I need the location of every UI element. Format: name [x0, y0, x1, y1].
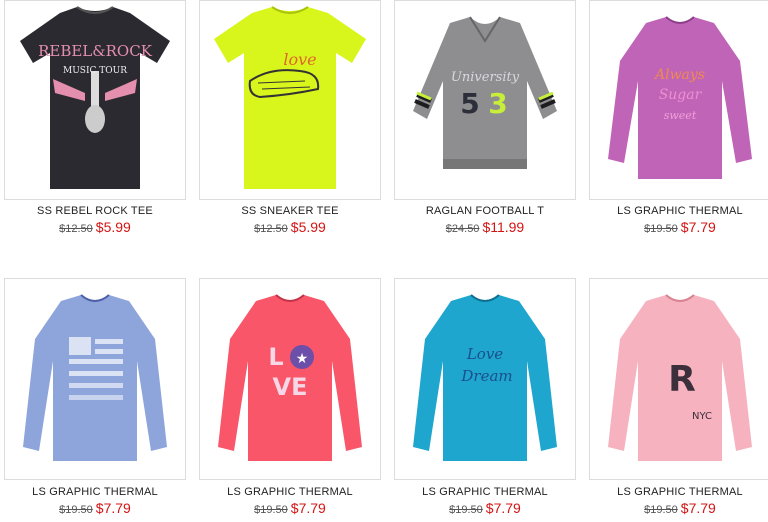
svg-text:REBEL&ROCK: REBEL&ROCK — [38, 42, 153, 60]
sale-price: $7.79 — [680, 219, 716, 235]
product-price: $12.50 $5.99 — [4, 219, 186, 235]
product-price: $19.50 $7.79 — [394, 500, 576, 516]
thermal-shirt-image: L ★ VE — [218, 294, 362, 461]
svg-text:Always: Always — [653, 67, 705, 83]
tshirt-image: love — [214, 6, 366, 189]
svg-text:Love: Love — [466, 345, 503, 363]
product-price: $19.50 $7.79 — [4, 500, 186, 516]
svg-text:VE: VE — [273, 373, 308, 401]
original-price: $19.50 — [254, 504, 288, 516]
thermal-shirt-image: Love Dream — [413, 294, 557, 461]
original-price: $12.50 — [254, 223, 288, 235]
tshirt-image: REBEL&ROCK MUSIC TOUR — [20, 6, 170, 189]
product-image[interactable]: Always Sugar sweet — [589, 0, 768, 200]
original-price: $12.50 — [59, 223, 93, 235]
sale-price: $7.79 — [680, 500, 716, 516]
product-name[interactable]: LS GRAPHIC THERMAL — [394, 486, 576, 498]
sale-price: $7.79 — [95, 500, 131, 516]
product-image[interactable]: L ★ VE — [199, 278, 381, 480]
svg-text:NYC: NYC — [692, 411, 712, 422]
original-price: $19.50 — [644, 223, 678, 235]
product-price: $12.50 $5.99 — [199, 219, 381, 235]
product-name[interactable]: SS SNEAKER TEE — [199, 205, 381, 217]
svg-text:Dream: Dream — [460, 367, 512, 385]
product-name[interactable]: RAGLAN FOOTBALL T — [394, 205, 576, 217]
thermal-shirt-image: R NYC — [608, 294, 752, 461]
product-name[interactable]: LS GRAPHIC THERMAL — [589, 486, 768, 498]
product-image[interactable]: R NYC — [589, 278, 768, 480]
svg-text:5: 5 — [460, 87, 479, 120]
product-price: $19.50 $7.79 — [199, 500, 381, 516]
svg-text:sweet: sweet — [664, 109, 697, 122]
svg-text:3: 3 — [488, 87, 507, 120]
product-image[interactable] — [4, 278, 186, 480]
original-price: $24.50 — [445, 223, 480, 235]
svg-text:love: love — [283, 50, 316, 69]
product-name[interactable]: SS REBEL ROCK TEE — [4, 205, 186, 217]
sale-price: $5.99 — [290, 219, 326, 235]
svg-text:R: R — [668, 359, 696, 400]
product-image[interactable]: University 5 3 — [394, 0, 576, 200]
product-name[interactable]: LS GRAPHIC THERMAL — [589, 205, 768, 217]
svg-text:University: University — [451, 70, 520, 85]
original-price: $19.50 — [644, 504, 678, 516]
thermal-shirt-image: Always Sugar sweet — [608, 16, 752, 179]
sale-price: $11.99 — [482, 219, 525, 235]
product-grid: REBEL&ROCK MUSIC TOUR SS REBEL ROCK TEE … — [0, 0, 768, 522]
original-price: $19.50 — [449, 504, 483, 516]
product-image[interactable]: Love Dream — [394, 278, 576, 480]
svg-text:★: ★ — [296, 350, 309, 366]
svg-text:MUSIC TOUR: MUSIC TOUR — [63, 66, 127, 76]
sale-price: $5.99 — [95, 219, 131, 235]
product-name[interactable]: LS GRAPHIC THERMAL — [199, 486, 381, 498]
product-price: $24.50 $11.99 — [394, 219, 576, 235]
product-price: $19.50 $7.79 — [589, 500, 768, 516]
svg-text:Sugar: Sugar — [659, 87, 703, 103]
sweatshirt-image: University 5 3 — [413, 16, 557, 169]
sale-price: $7.79 — [290, 500, 326, 516]
thermal-shirt-image — [23, 294, 167, 461]
product-image[interactable]: love — [199, 0, 381, 200]
original-price: $19.50 — [59, 504, 93, 516]
product-image[interactable]: REBEL&ROCK MUSIC TOUR — [4, 0, 186, 200]
svg-text:L: L — [268, 343, 283, 371]
sale-price: $7.79 — [485, 500, 521, 516]
product-name[interactable]: LS GRAPHIC THERMAL — [4, 486, 186, 498]
product-price: $19.50 $7.79 — [589, 219, 768, 235]
